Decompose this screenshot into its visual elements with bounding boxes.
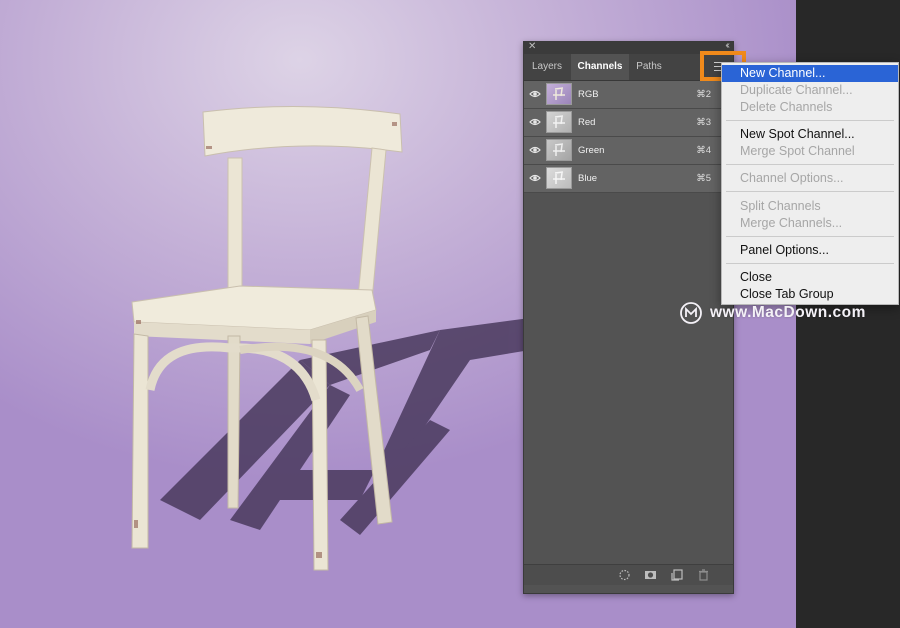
- menu-item-duplicate-channel: Duplicate Channel...: [740, 83, 853, 97]
- menu-separator: [726, 164, 894, 165]
- panel-flyout-menu: New Channel... Duplicate Channel... Dele…: [721, 62, 899, 305]
- menu-separator: [726, 263, 894, 264]
- menu-separator: [726, 120, 894, 121]
- channel-shortcut: ⌘2: [696, 89, 711, 100]
- new-channel-icon[interactable]: [671, 569, 684, 581]
- menu-item-panel-options[interactable]: Panel Options...: [722, 242, 898, 259]
- channel-name: Green: [578, 145, 605, 156]
- tab-paths[interactable]: Paths: [630, 54, 668, 80]
- channel-name: RGB: [578, 89, 599, 100]
- menu-item-new-spot-channel[interactable]: New Spot Channel...: [722, 126, 898, 143]
- channel-thumbnail: [546, 139, 572, 161]
- menu-item-new-channel[interactable]: New Channel...: [722, 65, 898, 82]
- menu-separator: [726, 236, 894, 237]
- trash-icon[interactable]: [697, 569, 710, 581]
- channel-thumbnail: [546, 167, 572, 189]
- panel-footer: [524, 564, 733, 585]
- close-icon[interactable]: ✕: [528, 41, 536, 52]
- channel-thumbnail: [546, 111, 572, 133]
- eye-icon[interactable]: [529, 89, 541, 99]
- channel-row-rgb[interactable]: RGB ⌘2: [524, 81, 733, 109]
- menu-item-merge-channels: Merge Channels...: [740, 216, 843, 230]
- channel-name: Red: [578, 117, 596, 128]
- menu-item-merge-spot-channel: Merge Spot Channel: [740, 144, 855, 158]
- menu-item-delete-channels: Delete Channels: [740, 100, 833, 114]
- channel-shortcut: ⌘3: [696, 117, 711, 128]
- menu-item-split-channels: Split Channels: [740, 199, 821, 213]
- channel-shortcut: ⌘5: [696, 173, 711, 184]
- macdown-logo-icon: [680, 302, 702, 324]
- channel-row-blue[interactable]: Blue ⌘5: [524, 165, 733, 193]
- collapse-icon[interactable]: ‹‹: [725, 40, 729, 51]
- watermark-text: www.MacDown.com: [710, 304, 866, 321]
- channels-panel: ✕ ‹‹ Layers Channels Paths RGB ⌘2 Red ⌘3…: [523, 40, 734, 594]
- channel-thumbnail: [546, 83, 572, 105]
- eye-icon[interactable]: [529, 145, 541, 155]
- channel-row-red[interactable]: Red ⌘3: [524, 109, 733, 137]
- eye-icon[interactable]: [529, 117, 541, 127]
- menu-item-close[interactable]: Close: [722, 269, 898, 286]
- tab-layers[interactable]: Layers: [524, 54, 570, 80]
- channel-shortcut: ⌘4: [696, 145, 711, 156]
- tab-channels[interactable]: Channels: [571, 54, 629, 80]
- menu-separator: [726, 191, 894, 192]
- save-selection-icon[interactable]: [644, 569, 657, 581]
- eye-icon[interactable]: [529, 173, 541, 183]
- menu-item-channel-options: Channel Options...: [740, 171, 844, 185]
- channel-row-green[interactable]: Green ⌘4: [524, 137, 733, 165]
- load-selection-icon[interactable]: [618, 569, 631, 581]
- channel-name: Blue: [578, 173, 598, 184]
- menu-item-close-tab-group[interactable]: Close Tab Group: [722, 286, 898, 303]
